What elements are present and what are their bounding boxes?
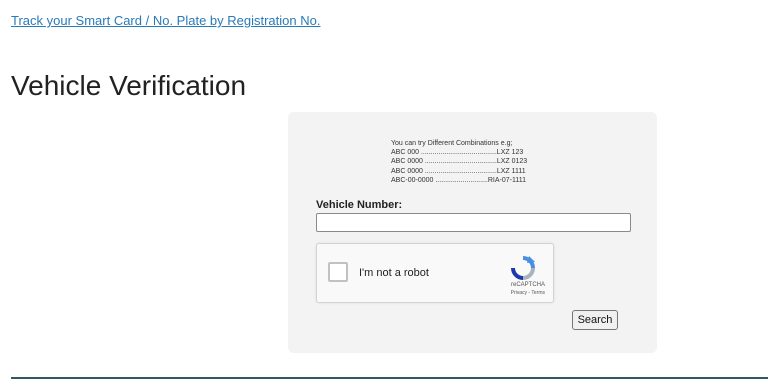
search-button[interactable]: Search bbox=[572, 310, 618, 330]
track-smart-card-link[interactable]: Track your Smart Card / No. Plate by Reg… bbox=[11, 13, 320, 28]
recaptcha-logo-icon bbox=[511, 256, 535, 280]
hint-title: You can try Different Combinations e.g; bbox=[391, 140, 513, 147]
vehicle-verification-panel: You can try Different Combinations e.g; … bbox=[288, 112, 657, 353]
vehicle-number-input[interactable] bbox=[316, 213, 631, 232]
recaptcha-brand: reCAPTCHA bbox=[510, 282, 545, 288]
hint-row: ABC 0000 ...............................… bbox=[391, 167, 526, 175]
vehicle-number-label: Vehicle Number: bbox=[316, 199, 403, 211]
hint-row: ABC 0000 ...............................… bbox=[391, 158, 528, 166]
bottom-divider bbox=[11, 377, 768, 379]
page-title: Vehicle Verification bbox=[11, 70, 247, 101]
recaptcha-checkbox[interactable] bbox=[328, 262, 348, 282]
recaptcha-privacy-terms[interactable]: Privacy - Terms bbox=[511, 290, 545, 296]
recaptcha-label: I'm not a robot bbox=[359, 267, 429, 279]
hint-row: ABC 000 ................................… bbox=[391, 149, 524, 157]
combination-hints: You can try Different Combinations e.g; … bbox=[391, 139, 527, 185]
hint-row: ABC-00-0000 ...........................R… bbox=[391, 176, 526, 184]
recaptcha-widget: I'm not a robot reCAPTCHA Privacy - Term… bbox=[316, 243, 554, 303]
